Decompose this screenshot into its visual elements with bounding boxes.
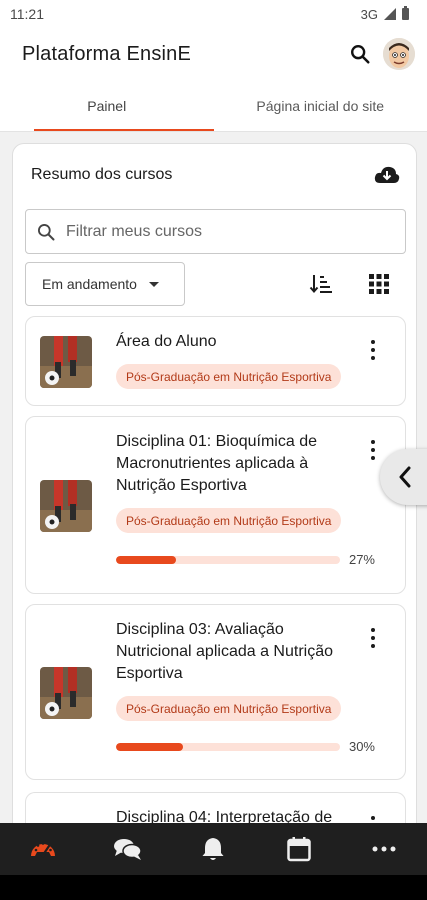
status-time: 11:21 [10, 6, 44, 22]
nav-messages[interactable] [98, 823, 158, 875]
course-menu-icon[interactable] [363, 626, 383, 650]
course-name[interactable]: Área do Aluno [116, 331, 356, 353]
tab-site-home[interactable]: Página inicial do site [214, 80, 427, 131]
sort-button[interactable] [309, 272, 333, 296]
course-overview-block: Resumo dos cursos Em andamento [12, 143, 417, 852]
caret-down-icon [148, 281, 159, 287]
status-dropdown-label: Em andamento [42, 276, 137, 292]
course-category-badge: Pós-Graduação em Nutrição Esportiva [116, 508, 342, 533]
course-name[interactable]: Disciplina 01: Bioquímica de Macronutrie… [116, 431, 356, 497]
block-header: Resumo dos cursos [31, 162, 400, 188]
tab-painel[interactable]: Painel [0, 80, 214, 131]
more-icon [372, 846, 396, 852]
status-indicators: 3G [360, 6, 409, 22]
network-type: 3G [360, 6, 378, 22]
system-navigation-bar [0, 875, 427, 900]
course-menu-icon[interactable] [363, 338, 383, 362]
course-progress-fill [116, 556, 177, 564]
signal-icon [384, 8, 396, 20]
main-tabs: Painel Página inicial do site [0, 80, 427, 132]
calendar-icon [287, 837, 311, 862]
course-card[interactable]: Área do Aluno Pós-Graduação em Nutrição … [25, 316, 406, 406]
course-progress-label: 27% [348, 552, 375, 567]
block-title: Resumo dos cursos [31, 166, 173, 183]
view-toggle-button[interactable] [367, 272, 391, 296]
course-progress-bar [116, 743, 340, 751]
course-menu-icon[interactable] [363, 438, 383, 462]
course-category-badge: Pós-Graduação em Nutrição Esportiva [116, 696, 342, 721]
course-image [40, 667, 92, 719]
chevron-left-icon [399, 466, 411, 488]
course-card[interactable]: Disciplina 03: Avaliação Nutricional apl… [25, 604, 406, 780]
course-progress-fill [116, 743, 184, 751]
bell-icon [202, 838, 224, 860]
course-progress-label: 30% [348, 739, 375, 754]
search-icon [351, 45, 370, 64]
course-image [40, 336, 92, 388]
course-filter-input[interactable] [66, 222, 405, 241]
course-card[interactable]: Disciplina 01: Bioquímica de Macronutrie… [25, 416, 406, 594]
nav-notifications[interactable] [183, 823, 243, 875]
dashboard-icon [30, 842, 55, 858]
nav-more[interactable] [354, 823, 414, 875]
nav-calendar[interactable] [269, 823, 329, 875]
battery-icon [402, 6, 409, 20]
sort-icon [309, 275, 332, 294]
avatar-image [383, 38, 415, 70]
search-icon [38, 223, 55, 240]
course-category-badge: Pós-Graduação em Nutrição Esportiva [116, 364, 342, 389]
search-button[interactable] [343, 37, 377, 71]
messages-icon [114, 839, 142, 860]
nav-dashboard[interactable] [13, 823, 73, 875]
cloud-download-icon[interactable] [374, 165, 400, 185]
drawer-toggle-button[interactable] [380, 449, 427, 505]
grid-icon [369, 274, 389, 294]
status-bar: 11:21 3G [0, 0, 427, 28]
course-controls: Em andamento [25, 262, 406, 306]
status-dropdown[interactable]: Em andamento [25, 262, 185, 306]
course-name[interactable]: Disciplina 03: Avaliação Nutricional apl… [116, 619, 356, 685]
course-filter-field[interactable] [25, 209, 406, 254]
bottom-navigation [0, 823, 427, 875]
course-progress-bar [116, 556, 340, 564]
user-avatar[interactable] [383, 38, 415, 70]
app-header: Plataforma EnsinE [0, 28, 427, 80]
course-image [40, 480, 92, 532]
app-title: Plataforma EnsinE [22, 42, 192, 65]
